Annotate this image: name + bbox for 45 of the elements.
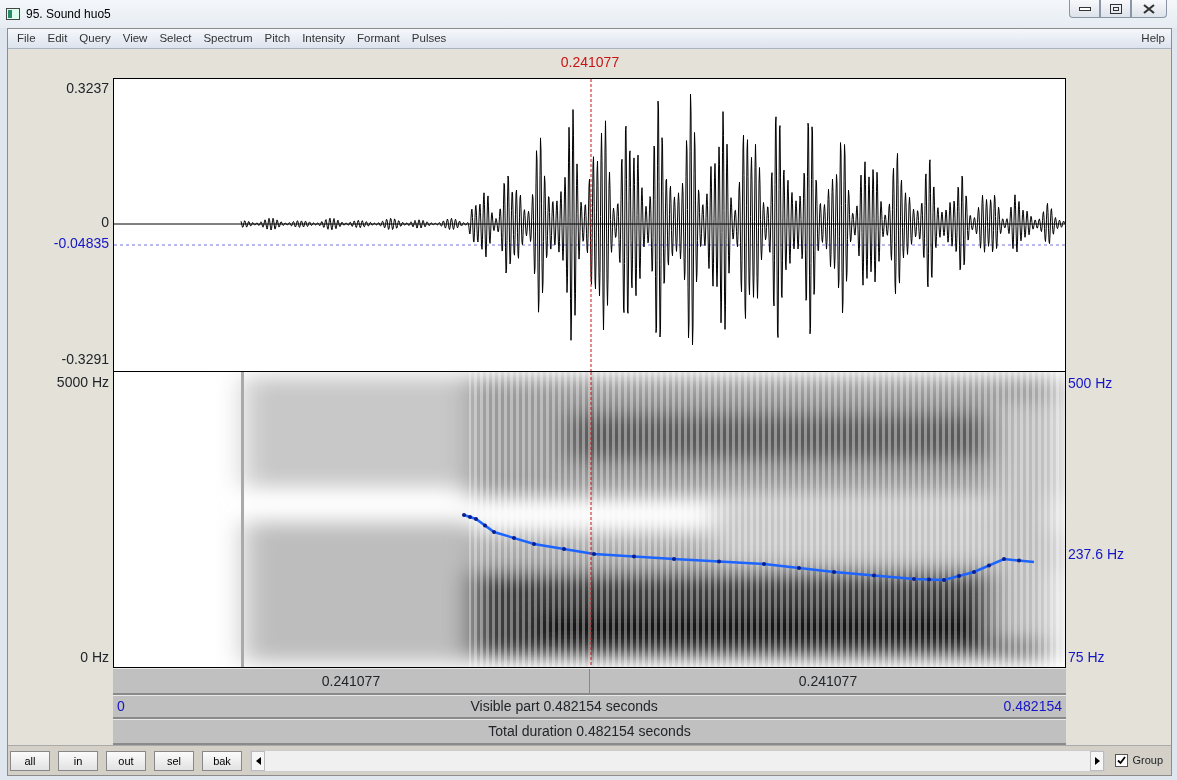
amplitude-zero-label: 0 xyxy=(101,214,109,230)
zoom-button[interactable]: bak xyxy=(202,750,242,771)
menu-item[interactable]: Intensity xyxy=(296,29,351,48)
menu-item[interactable]: Spectrum xyxy=(197,29,259,48)
maximize-button[interactable] xyxy=(1100,0,1131,18)
frequency-min-label: 0 Hz xyxy=(80,649,109,665)
menu-item[interactable]: Help xyxy=(1135,29,1171,48)
minimize-icon xyxy=(1078,6,1091,11)
cursor-amplitude-label: -0.04835 xyxy=(53,235,109,251)
zoom-button[interactable]: in xyxy=(58,750,98,771)
horizontal-scrollbar[interactable] xyxy=(250,749,1106,772)
menu-item[interactable]: Select xyxy=(153,29,198,48)
zoom-button[interactable]: all xyxy=(10,750,50,771)
visible-part-label[interactable]: Visible part 0.482154 seconds xyxy=(470,696,658,717)
window-title: 95. Sound huo5 xyxy=(26,6,111,23)
menu-item[interactable]: Formant xyxy=(351,29,406,48)
menu-item[interactable]: View xyxy=(116,29,154,48)
minimize-button[interactable] xyxy=(1069,0,1100,18)
cursor-time: 0.241077 xyxy=(560,54,620,70)
menu-item[interactable]: Edit xyxy=(41,29,74,48)
pitch-value-label: 237.6 Hz xyxy=(1068,546,1125,562)
close-icon xyxy=(1143,3,1155,14)
menu-item[interactable]: File xyxy=(11,29,42,48)
group-checkbox[interactable] xyxy=(1115,754,1129,767)
pitch-min-label: 75 Hz xyxy=(1068,649,1105,665)
maximize-icon xyxy=(1109,3,1122,14)
menu-item[interactable]: Query xyxy=(73,29,117,48)
pitch-max-label: 500 Hz xyxy=(1068,375,1113,391)
zoom-button[interactable]: out xyxy=(106,750,146,771)
scroll-right-icon[interactable] xyxy=(1090,750,1105,771)
time-segment[interactable]: 0.241077 xyxy=(590,669,1066,693)
time-segment[interactable]: 0.241077 xyxy=(113,669,590,693)
group-label: Group xyxy=(1132,753,1163,769)
visible-end-time: 0.482154 xyxy=(1003,697,1062,716)
amplitude-max-label: 0.3237 xyxy=(66,80,109,96)
close-button[interactable] xyxy=(1131,0,1167,18)
menu-item[interactable]: Pitch xyxy=(258,29,297,48)
total-duration-label[interactable]: Total duration 0.482154 seconds xyxy=(488,721,691,742)
amplitude-min-label: -0.3291 xyxy=(61,351,109,367)
window-icon xyxy=(6,8,20,20)
frequency-max-label: 5000 Hz xyxy=(56,374,109,390)
scroll-left-icon[interactable] xyxy=(251,750,265,771)
visible-start-time: 0 xyxy=(117,697,125,716)
menu-item[interactable]: Pulses xyxy=(405,29,453,48)
zoom-button[interactable]: sel xyxy=(154,750,194,771)
